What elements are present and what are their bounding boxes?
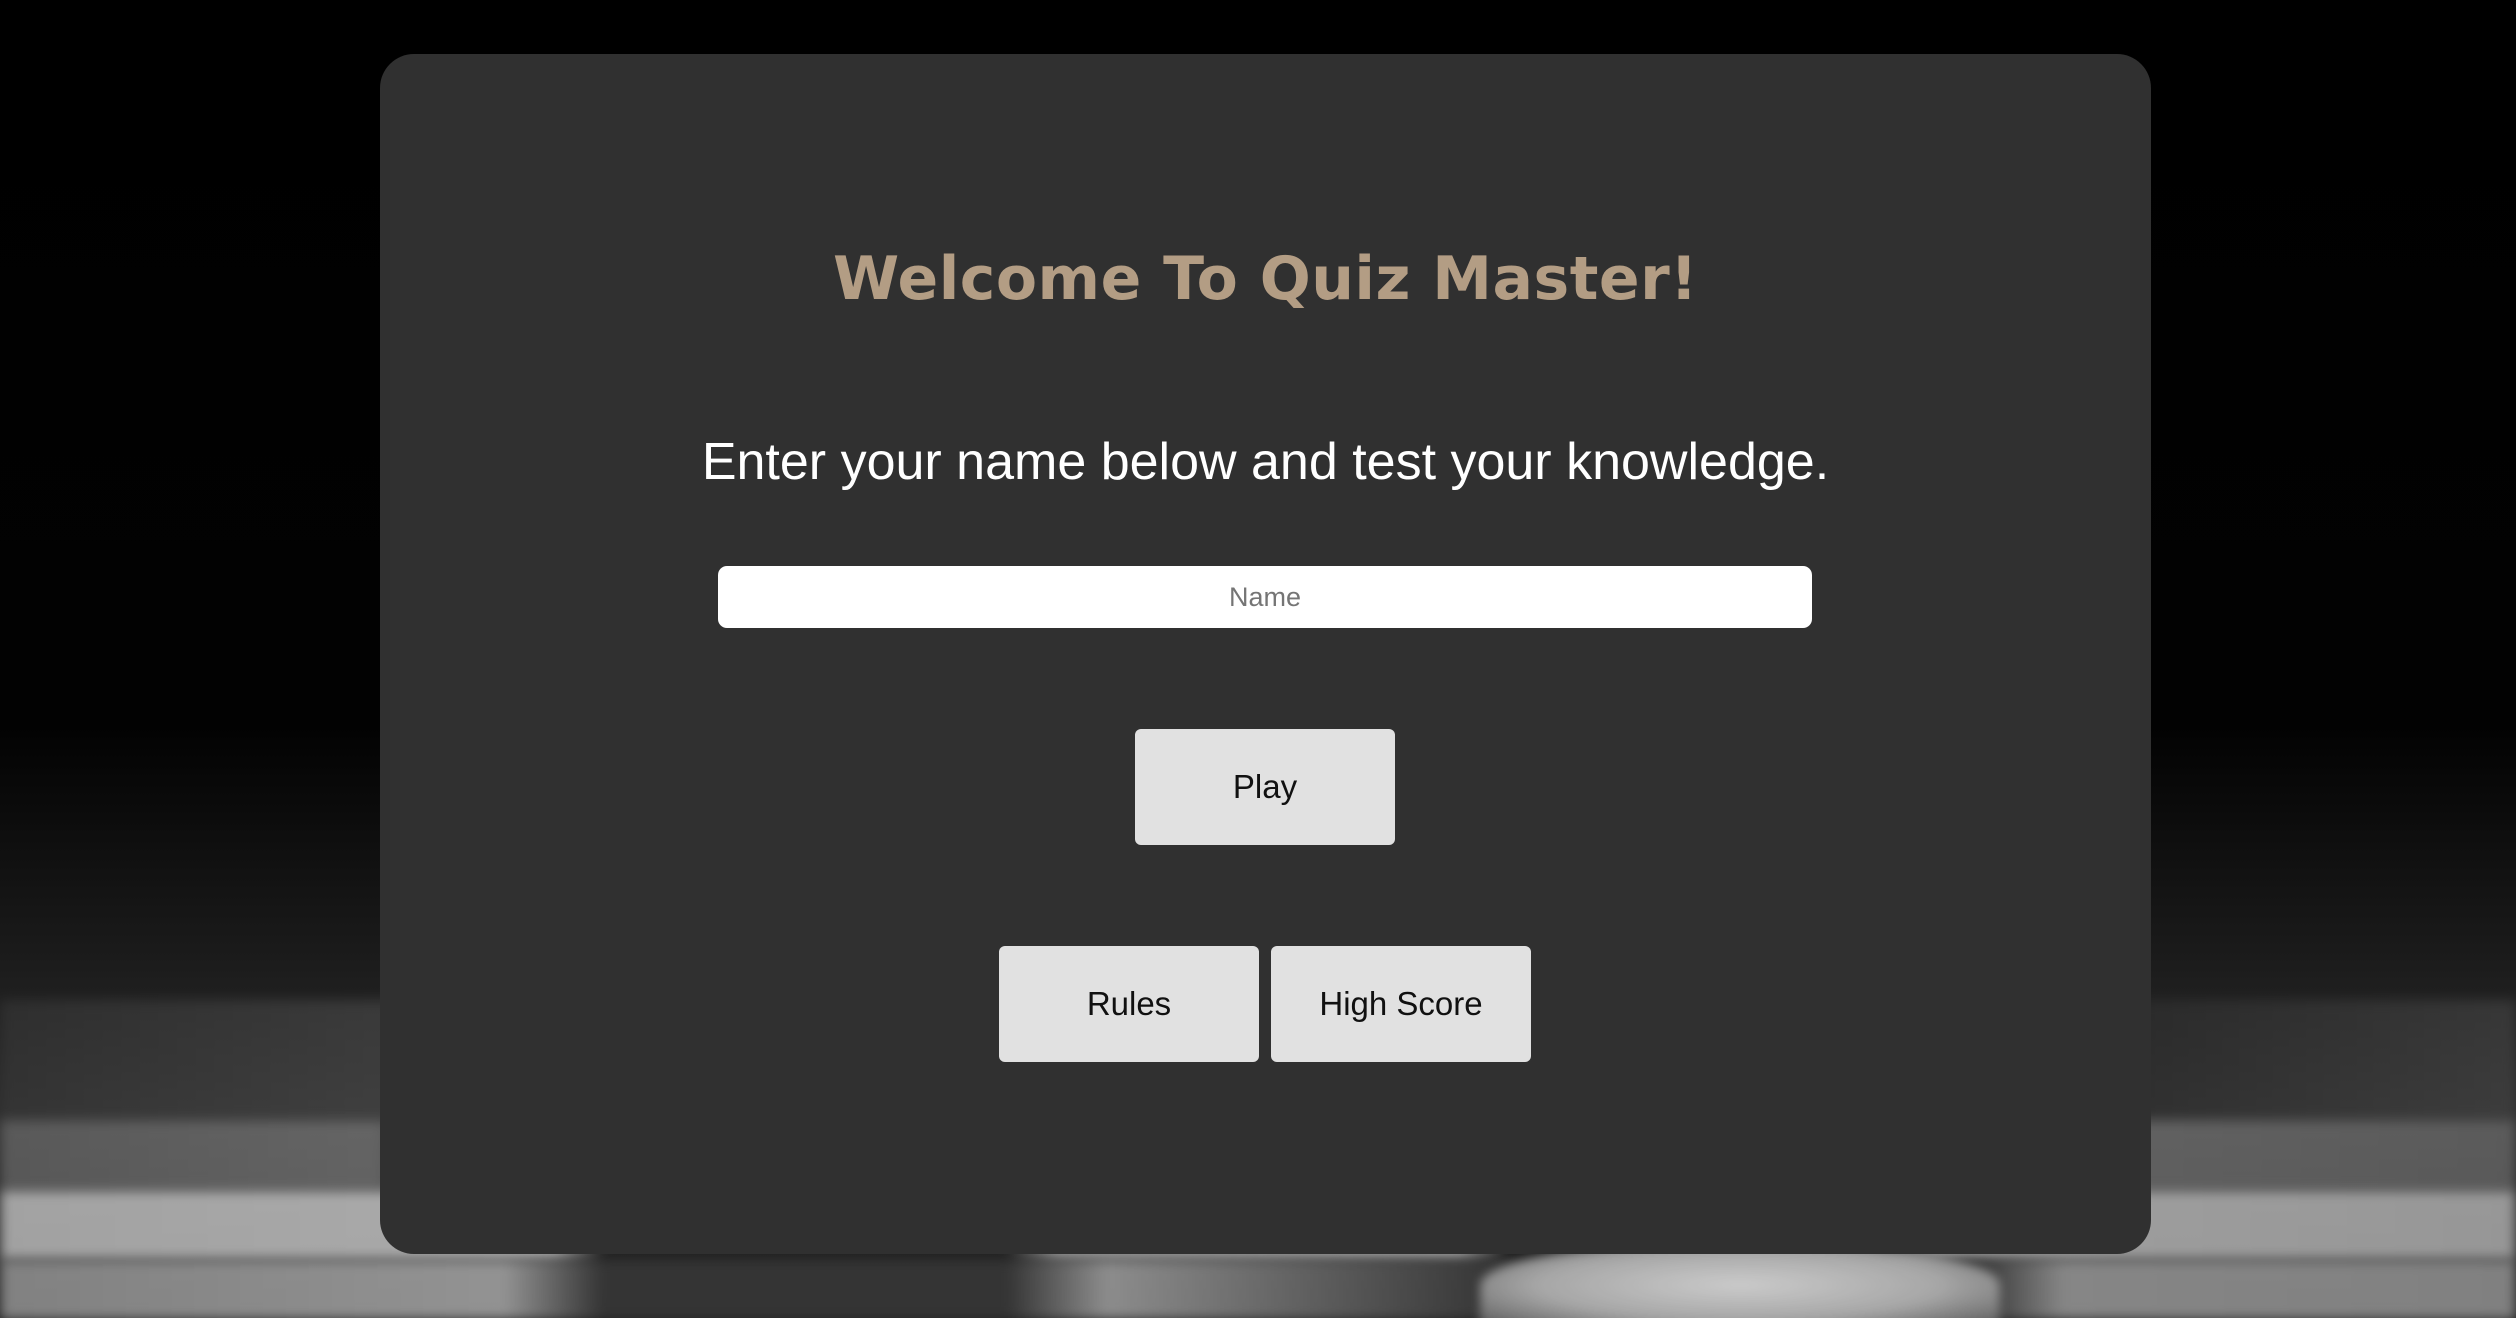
name-input[interactable] — [718, 566, 1812, 628]
page-title: Welcome To Quiz Master! — [832, 244, 1699, 314]
board-row — [0, 1260, 2516, 1318]
welcome-card: Welcome To Quiz Master! Enter your name … — [380, 54, 2151, 1254]
intro-text: Enter your name below and test your know… — [701, 433, 1830, 491]
play-button[interactable]: Play — [1135, 729, 1395, 845]
rules-button[interactable]: Rules — [999, 946, 1259, 1062]
high-score-button[interactable]: High Score — [1271, 946, 1531, 1062]
